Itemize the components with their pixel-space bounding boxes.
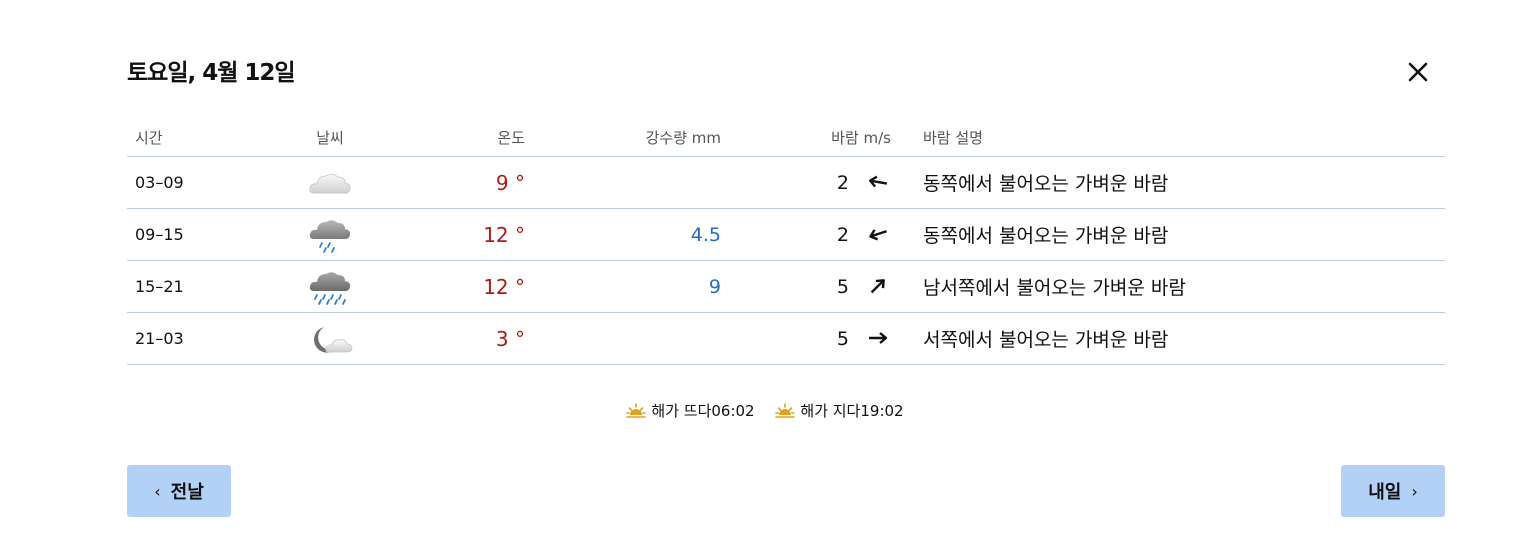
wind-arrow-icon	[869, 331, 888, 344]
temperature-cell: 3 °	[395, 312, 531, 365]
header-weather: 날씨	[265, 118, 395, 157]
chevron-left-icon: ‹	[154, 481, 161, 501]
precipitation-cell	[531, 312, 721, 365]
dialog-title: 토요일, 4월 12일	[127, 60, 296, 86]
sunrise-label: 해가 뜨다	[651, 402, 712, 420]
time-cell: 09–15	[127, 208, 265, 261]
header-temperature: 온도	[395, 118, 531, 157]
sunrise-time: 06:02	[711, 401, 755, 420]
time-cell: 21–03	[127, 312, 265, 365]
table-row: 03–09 9 ° 2 동쪽에서 불어오는 가벼운 바람	[127, 156, 1445, 209]
header-wind-description: 바람 설명	[897, 118, 1445, 157]
previous-day-label: 전날	[170, 482, 204, 503]
wind-speed: 2	[836, 171, 849, 194]
wind-speed: 5	[836, 275, 849, 298]
forecast-table: 시간 날씨 온도 강수량 mm 바람 m/s 바람 설명 03–09 9 ° 2…	[127, 118, 1445, 365]
wind-description-cell: 동쪽에서 불어오는 가벼운 바람	[897, 208, 1445, 261]
table-row: 09–15 12 ° 4.5 2 동쪽에서 불어오는 가벼운 바람	[127, 208, 1445, 261]
wind-arrow-icon	[869, 228, 887, 240]
sunrise: 해가 뜨다 06:02	[626, 400, 755, 421]
previous-day-button[interactable]: ‹ 전날	[127, 465, 231, 517]
sun-times: 해가 뜨다 06:02 해가 지다 19:02	[0, 400, 1530, 425]
table-header-row: 시간 날씨 온도 강수량 mm 바람 m/s 바람 설명	[127, 118, 1445, 157]
wind-description-cell: 서쪽에서 불어오는 가벼운 바람	[897, 312, 1445, 365]
table-row: 21–03 3 ° 5 서쪽에서 불어오는 가벼운 바람	[127, 312, 1445, 365]
temperature-cell: 12 °	[395, 260, 531, 313]
forecast-dialog: 토요일, 4월 12일 시간 날씨 온도 강수량 mm 바람 m/s 바람 설명…	[0, 0, 1530, 557]
table-row: 15–21 12 ° 9 5 남서쪽에서 불어오는 가벼운 바람	[127, 260, 1445, 313]
light-rain-icon	[309, 219, 351, 253]
wind-arrow-icon	[870, 278, 885, 293]
sunset-time: 19:02	[860, 401, 904, 420]
chevron-right-icon: ›	[1411, 481, 1418, 501]
close-icon[interactable]	[1402, 56, 1434, 88]
temperature-cell: 12 °	[395, 208, 531, 261]
header-wind: 바람 m/s	[721, 118, 897, 157]
wind-description-cell: 동쪽에서 불어오는 가벼운 바람	[897, 156, 1445, 209]
next-day-button[interactable]: 내일 ›	[1341, 465, 1445, 517]
wind-description-cell: 남서쪽에서 불어오는 가벼운 바람	[897, 260, 1445, 313]
wind-speed: 5	[836, 327, 849, 350]
partly-cloudy-night-icon	[314, 326, 353, 353]
time-cell: 03–09	[127, 156, 265, 209]
sunrise-icon	[626, 402, 647, 418]
time-cell: 15–21	[127, 260, 265, 313]
next-day-label: 내일	[1368, 482, 1402, 503]
rain-icon	[309, 271, 351, 305]
cloudy-icon	[309, 173, 351, 194]
wind-arrow-icon	[868, 175, 888, 187]
precipitation-cell: 9	[531, 260, 721, 313]
sunset: 해가 지다 19:02	[775, 400, 904, 421]
precipitation-cell: 4.5	[531, 208, 721, 261]
wind-speed: 2	[836, 223, 849, 246]
sunset-label: 해가 지다	[800, 402, 861, 420]
sunset-icon	[775, 402, 796, 418]
header-time: 시간	[127, 118, 265, 157]
temperature-cell: 9 °	[395, 156, 531, 209]
precipitation-cell	[531, 156, 721, 209]
header-precipitation: 강수량 mm	[531, 118, 721, 157]
